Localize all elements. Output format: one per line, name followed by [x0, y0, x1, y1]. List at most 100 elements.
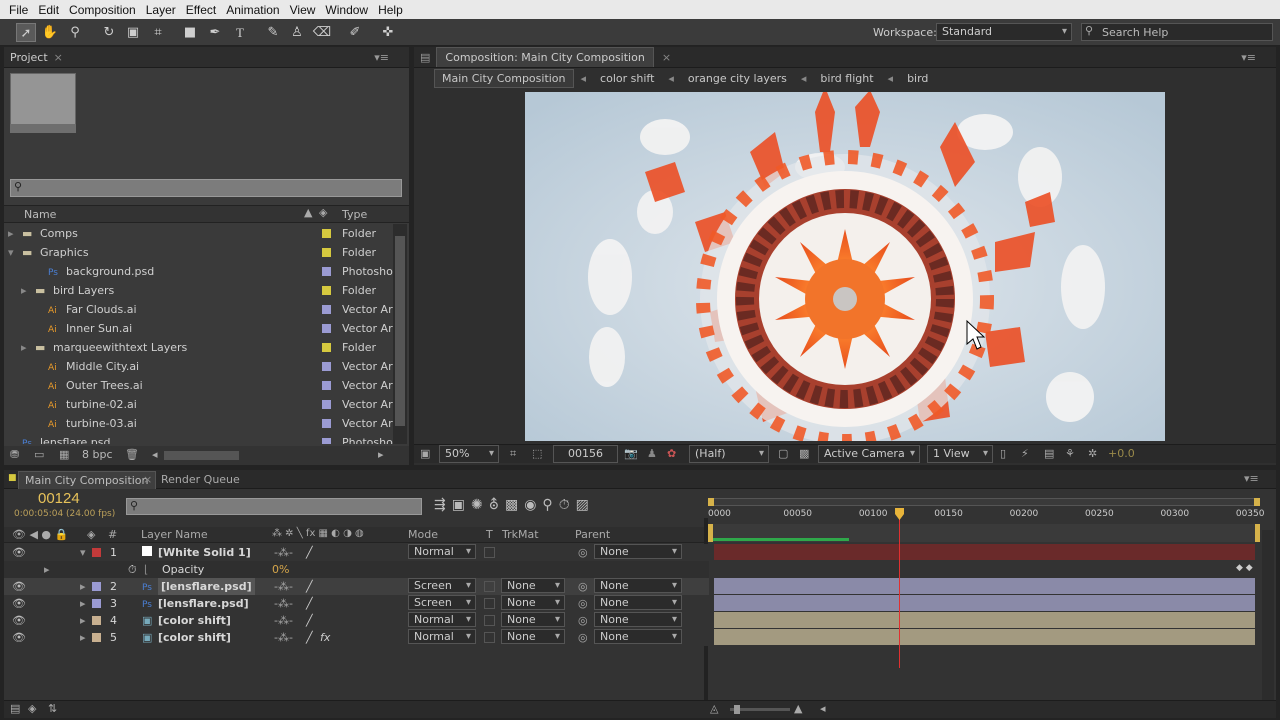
time-graph[interactable]: 0000 00050 00100 00150 00200 00250 00300 00350 …: [708, 498, 1265, 718]
eye-icon[interactable]: 👁: [12, 578, 26, 595]
layer-row[interactable]: 👁 ▸ 4 ▣ [color shift] -⁂- ╱ Normal None ◎ None: [4, 612, 709, 629]
expand-toggle-icon[interactable]: ▸: [80, 612, 86, 629]
project-item[interactable]: Ai Far Clouds.ai Vector Art: [4, 300, 394, 319]
layer-row[interactable]: 👁 ▸ 5 ▣ [color shift] -⁂- ╱ fx Normal None ◎ None: [4, 629, 709, 646]
close-icon[interactable]: ×: [143, 473, 152, 486]
trash-icon[interactable]: 🗑: [125, 448, 139, 461]
breadcrumb-item[interactable]: orange city layers: [681, 70, 794, 87]
expand-toggle-icon[interactable]: ▸: [80, 595, 86, 612]
close-icon[interactable]: ×: [54, 51, 63, 64]
navigator-end-handle[interactable]: [1254, 498, 1260, 506]
layer-label-color[interactable]: [92, 548, 101, 557]
layer-duration-bar[interactable]: [714, 629, 1255, 645]
pickwhip-icon[interactable]: ◎: [578, 578, 588, 595]
layer-name[interactable]: [lensflare.psd]: [158, 578, 255, 595]
project-item[interactable]: Ai turbine-02.ai Vector Art: [4, 395, 394, 414]
track-matte-dropdown[interactable]: None: [501, 612, 565, 627]
mask-visibility-icon[interactable]: ⬚: [532, 447, 542, 460]
view-layout-dropdown[interactable]: 1 View: [927, 445, 993, 463]
expand-toggle-icon[interactable]: ▾: [80, 544, 86, 561]
label-color-swatch[interactable]: [322, 324, 331, 333]
label-color-swatch[interactable]: [322, 229, 331, 238]
rectangle-tool-icon[interactable]: ■: [180, 23, 200, 42]
quality-switch-icon[interactable]: ╱: [306, 595, 313, 612]
show-snapshot-icon[interactable]: ♟: [647, 447, 657, 460]
project-item[interactable]: Ai Middle City.ai Vector Art: [4, 357, 394, 376]
selection-tool-icon[interactable]: ➚: [16, 23, 36, 42]
new-folder-icon[interactable]: ▭: [34, 448, 44, 461]
project-tab[interactable]: Project: [10, 51, 48, 64]
rotate-tool-icon[interactable]: ↻: [99, 23, 119, 42]
safe-zones-icon[interactable]: ⌗: [510, 447, 516, 461]
label-tag-icon[interactable]: ◈: [87, 528, 95, 541]
layer-name[interactable]: [White Solid 1]: [158, 544, 251, 561]
label-color-swatch[interactable]: [322, 419, 331, 428]
snapshot-icon[interactable]: 📷: [624, 447, 638, 460]
eye-icon[interactable]: 👁: [12, 595, 26, 612]
layer-label-color[interactable]: [92, 582, 101, 591]
preserve-transparency-checkbox[interactable]: [484, 632, 495, 643]
stopwatch-icon[interactable]: ⏱: [128, 561, 137, 578]
parent-dropdown[interactable]: None: [594, 544, 682, 559]
layer-label-color[interactable]: [92, 633, 101, 642]
toggle-switches-icon[interactable]: ▤: [10, 702, 20, 715]
toggle-in-out-icon[interactable]: ⇅: [48, 702, 57, 715]
expand-toggle-icon[interactable]: ▸: [21, 281, 27, 300]
menu-effect[interactable]: Effect: [181, 3, 221, 17]
opacity-property-row[interactable]: ▸ ⏱ ⌊ Opacity 0%: [4, 561, 709, 578]
parent-dropdown[interactable]: None: [594, 629, 682, 644]
pen-tool-icon[interactable]: ✒: [205, 23, 225, 42]
timeline-search-input[interactable]: ⚲: [126, 498, 422, 515]
shy-switch-icon[interactable]: -⁂-: [274, 544, 293, 561]
project-item[interactable]: Ai Outer Trees.ai Vector Art: [4, 376, 394, 395]
type-column-header[interactable]: Type: [342, 208, 367, 221]
camera-tool-icon[interactable]: ▣: [123, 23, 143, 42]
comp-mini-flowchart-icon[interactable]: ⇶: [434, 497, 452, 513]
breadcrumb-item[interactable]: bird: [900, 70, 935, 87]
preserve-transparency-checkbox[interactable]: [484, 581, 495, 592]
project-item[interactable]: ▸ ▬ marqueewithtext Layers Folder: [4, 338, 394, 357]
label-color-swatch[interactable]: [322, 267, 331, 276]
brush-tool-icon[interactable]: ✎: [263, 23, 283, 42]
toggle-modes-icon[interactable]: ◈: [28, 702, 36, 715]
shy-layers-icon[interactable]: ✺: [471, 497, 489, 513]
timeline-tab-main[interactable]: Main City Composition: [18, 471, 156, 489]
track-matte-dropdown[interactable]: None: [501, 578, 565, 593]
zoom-in-icon[interactable]: ▲: [794, 702, 802, 715]
camera-view-dropdown[interactable]: Active Camera: [818, 445, 920, 463]
composition-viewer[interactable]: [525, 92, 1165, 441]
parent-dropdown[interactable]: None: [594, 578, 682, 593]
label-color-swatch[interactable]: [322, 343, 331, 352]
label-color-swatch[interactable]: [322, 286, 331, 295]
project-item[interactable]: Ps background.psd Photoshop: [4, 262, 394, 281]
roto-brush-tool-icon[interactable]: ✐: [345, 23, 365, 42]
eye-icon[interactable]: 👁: [12, 612, 26, 629]
layer-row[interactable]: 👁 ▾ 1 [White Solid 1] -⁂- ╱ Normal ◎ None: [4, 544, 709, 561]
shy-switch-icon[interactable]: -⁂-: [274, 595, 293, 612]
search-help-input[interactable]: Search Help: [1102, 26, 1168, 39]
eraser-tool-icon[interactable]: ⌫: [312, 23, 332, 42]
color-channels-icon[interactable]: ✿: [667, 447, 676, 460]
project-item[interactable]: ▸ ▬ bird Layers Folder: [4, 281, 394, 300]
opacity-value[interactable]: 0%: [272, 561, 289, 578]
menu-window[interactable]: Window: [320, 3, 373, 17]
motion-blur-icon[interactable]: ▩: [505, 497, 524, 513]
label-color-swatch[interactable]: [322, 438, 331, 444]
navigator-start-handle[interactable]: [708, 498, 714, 506]
project-search-input[interactable]: ⚲: [10, 179, 402, 197]
breadcrumb-item[interactable]: Main City Composition: [434, 69, 574, 88]
project-item[interactable]: Ai turbine-03.ai Vector Art: [4, 414, 394, 433]
layer-name[interactable]: [color shift]: [158, 612, 231, 629]
expand-toggle-icon[interactable]: ▸: [80, 578, 86, 595]
pickwhip-icon[interactable]: ◎: [578, 629, 588, 646]
breadcrumb-item[interactable]: bird flight: [813, 70, 880, 87]
zoom-slider-thumb[interactable]: [734, 705, 740, 714]
pickwhip-icon[interactable]: ◎: [578, 595, 588, 612]
timeline-scrollbar[interactable]: [1262, 530, 1274, 718]
project-item[interactable]: ▸ ▬ Comps Folder: [4, 224, 394, 243]
panel-menu-icon[interactable]: ▾≡: [1244, 472, 1259, 485]
bit-depth-label[interactable]: 8 bpc: [82, 448, 113, 461]
pan-behind-tool-icon[interactable]: ⌗: [148, 23, 168, 42]
layer-name[interactable]: [color shift]: [158, 629, 231, 646]
graph-toggle-icon[interactable]: ⌊: [144, 561, 148, 578]
